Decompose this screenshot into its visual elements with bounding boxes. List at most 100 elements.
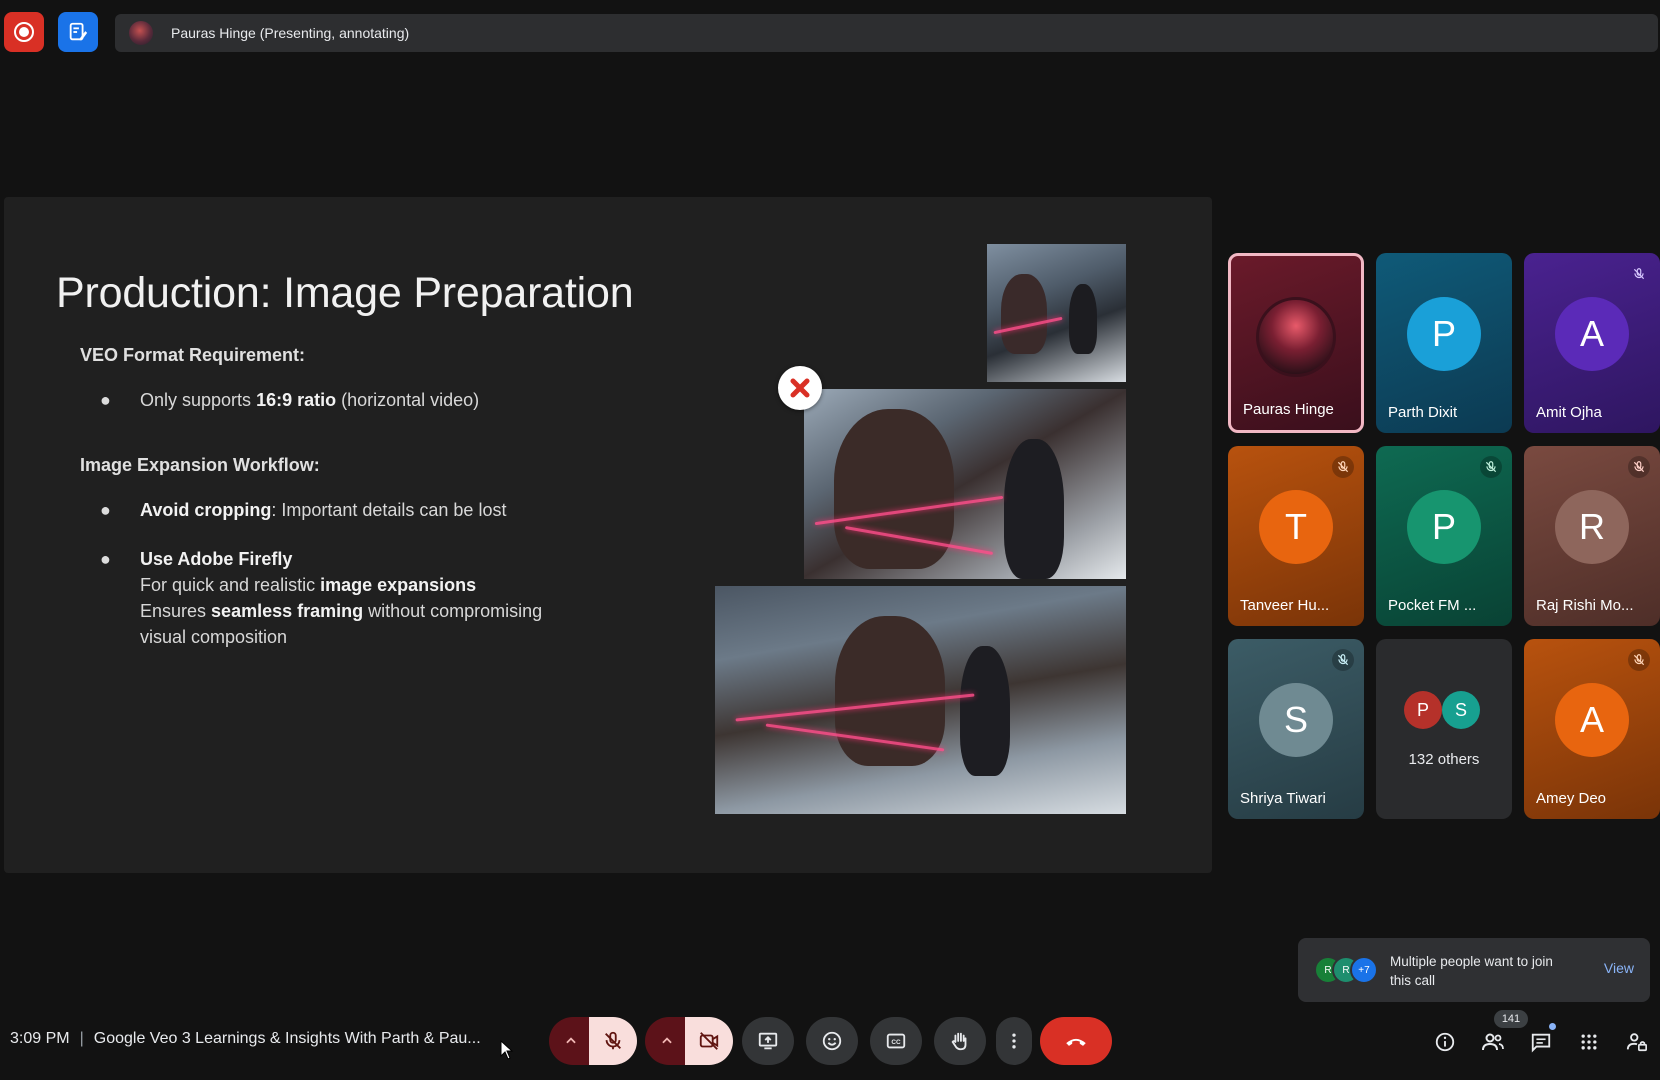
participant-name: Shriya Tiwari xyxy=(1240,790,1326,807)
people-button[interactable] xyxy=(1477,1026,1509,1058)
raise-hand-button[interactable] xyxy=(934,1017,986,1065)
leave-call-button[interactable] xyxy=(1040,1017,1112,1065)
presenter-avatar xyxy=(129,21,153,45)
participant-tile[interactable]: P Pocket FM ... xyxy=(1376,446,1512,626)
participant-name: Amey Deo xyxy=(1536,790,1607,807)
avatar: R xyxy=(1555,490,1629,564)
mini-avatar: S xyxy=(1442,691,1480,729)
closed-captions-icon: CC xyxy=(886,1033,906,1049)
camera-off-icon xyxy=(699,1032,719,1050)
slide-title: Production: Image Preparation xyxy=(56,269,634,317)
notification-text: Multiple people want to join this call xyxy=(1390,954,1553,988)
lock-person-icon xyxy=(1626,1033,1647,1052)
present-screen-button[interactable] xyxy=(742,1017,794,1065)
chat-icon xyxy=(1531,1033,1551,1053)
example-image-cropped xyxy=(804,389,1126,579)
presenter-banner[interactable]: Pauras Hinge (Presenting, annotating) xyxy=(115,14,1658,52)
video-options-button[interactable] xyxy=(645,1017,689,1065)
presentation-slide: Production: Image Preparation VEO Format… xyxy=(4,197,1212,873)
annotation-button[interactable] xyxy=(58,12,98,52)
svg-text:CC: CC xyxy=(891,1039,901,1046)
hang-up-icon xyxy=(1066,1038,1086,1046)
bullet-veo-ratio: Only supports 16:9 ratio (horizontal vid… xyxy=(140,390,480,410)
participant-name: Tanveer Hu... xyxy=(1240,597,1330,614)
meeting-title: Google Veo 3 Learnings & Insights With P… xyxy=(93,1030,481,1047)
participant-name: Pocket FM ... xyxy=(1388,597,1477,614)
others-avatar-stack: P S xyxy=(1404,691,1484,731)
participant-tile[interactable]: A Amey Deo xyxy=(1524,639,1660,819)
participant-name: Pauras Hinge xyxy=(1243,401,1334,418)
requester-avatars: R R +7 xyxy=(1314,956,1384,986)
avatar: S xyxy=(1259,683,1333,757)
apps-grid-icon xyxy=(1581,1034,1597,1050)
participant-tile[interactable]: R Raj Rishi Mo... xyxy=(1524,446,1660,626)
more-vert-icon xyxy=(1012,1033,1016,1049)
unread-dot xyxy=(1549,1023,1556,1030)
activities-button[interactable] xyxy=(1573,1026,1605,1058)
recording-button[interactable] xyxy=(4,12,44,52)
bullet-avoid-cropping: Avoid cropping: Important details can be… xyxy=(140,500,507,520)
mouse-cursor-icon xyxy=(500,1040,514,1060)
participant-tile[interactable]: P Parth Dixit xyxy=(1376,253,1512,433)
avatar: P xyxy=(1407,490,1481,564)
participant-tile[interactable]: S Shriya Tiwari xyxy=(1228,639,1364,819)
view-requests-button[interactable]: View xyxy=(1604,960,1634,976)
participant-name: Raj Rishi Mo... xyxy=(1536,597,1634,614)
meeting-info: 3:09 PM | Google Veo 3 Learnings & Insight… xyxy=(10,1030,481,1048)
reactions-button[interactable] xyxy=(806,1017,858,1065)
chevron-up-icon xyxy=(566,1037,576,1044)
mic-off-icon xyxy=(1628,649,1650,671)
chat-button[interactable] xyxy=(1525,1026,1557,1058)
clock-time: 3:09 PM xyxy=(10,1030,70,1047)
section-heading-workflow: Image Expansion Workflow: xyxy=(80,455,320,475)
avatar: A xyxy=(1555,297,1629,371)
raise-hand-icon xyxy=(951,1032,967,1051)
more-options-button[interactable] xyxy=(996,1017,1032,1065)
mic-off-icon xyxy=(1480,456,1502,478)
info-icon xyxy=(1435,1032,1455,1052)
participant-tile[interactable]: A Amit Ojha xyxy=(1524,253,1660,433)
people-icon xyxy=(1482,1033,1504,1051)
avatar: T xyxy=(1259,490,1333,564)
meeting-details-button[interactable] xyxy=(1429,1026,1461,1058)
bullet-dot: ● xyxy=(100,390,111,410)
participant-tile[interactable]: T Tanveer Hu... xyxy=(1228,446,1364,626)
mic-off-icon xyxy=(1332,649,1354,671)
mic-off-icon xyxy=(1628,456,1650,478)
bullet-dot: ● xyxy=(100,549,111,569)
avatar: P xyxy=(1407,297,1481,371)
avatar: A xyxy=(1555,683,1629,757)
record-icon xyxy=(14,22,34,42)
captions-button[interactable]: CC xyxy=(870,1017,922,1065)
others-count-label: 132 others xyxy=(1408,751,1480,768)
people-count-badge: 141 xyxy=(1494,1010,1528,1028)
example-image-expanded xyxy=(715,586,1126,814)
audio-options-button[interactable] xyxy=(549,1017,593,1065)
chevron-up-icon xyxy=(662,1037,672,1044)
host-controls-button[interactable] xyxy=(1621,1026,1653,1058)
mic-off-icon xyxy=(605,1031,621,1050)
mini-avatar: +7 xyxy=(1350,956,1378,984)
mini-avatar: P xyxy=(1404,691,1442,729)
participant-tile[interactable]: Pauras Hinge xyxy=(1228,253,1364,433)
microphone-toggle-button[interactable] xyxy=(589,1017,637,1065)
annotate-pen-icon xyxy=(69,22,88,41)
section-heading-veo: VEO Format Requirement: xyxy=(80,345,306,365)
example-image-square xyxy=(987,244,1126,382)
others-tile[interactable]: P S 132 others xyxy=(1376,639,1512,819)
participant-name: Amit Ojha xyxy=(1536,404,1602,421)
emoji-icon xyxy=(822,1031,842,1051)
mic-off-icon xyxy=(1332,456,1354,478)
camera-toggle-button[interactable] xyxy=(685,1017,733,1065)
participant-name: Parth Dixit xyxy=(1388,404,1458,421)
separator: | xyxy=(79,1030,84,1047)
bullet-dot: ● xyxy=(100,500,111,520)
avatar xyxy=(1256,297,1336,377)
bullet-adobe-firefly: Use Adobe Firefly For quick and realisti… xyxy=(140,549,543,647)
mic-off-icon xyxy=(1628,263,1650,285)
join-request-notification: R R +7 Multiple people want to join this… xyxy=(1298,938,1650,1002)
top-bar: Pauras Hinge (Presenting, annotating) xyxy=(0,0,1660,66)
present-screen-icon xyxy=(758,1032,778,1050)
reject-x-icon xyxy=(778,366,822,410)
presenter-label: Pauras Hinge (Presenting, annotating) xyxy=(171,25,410,41)
